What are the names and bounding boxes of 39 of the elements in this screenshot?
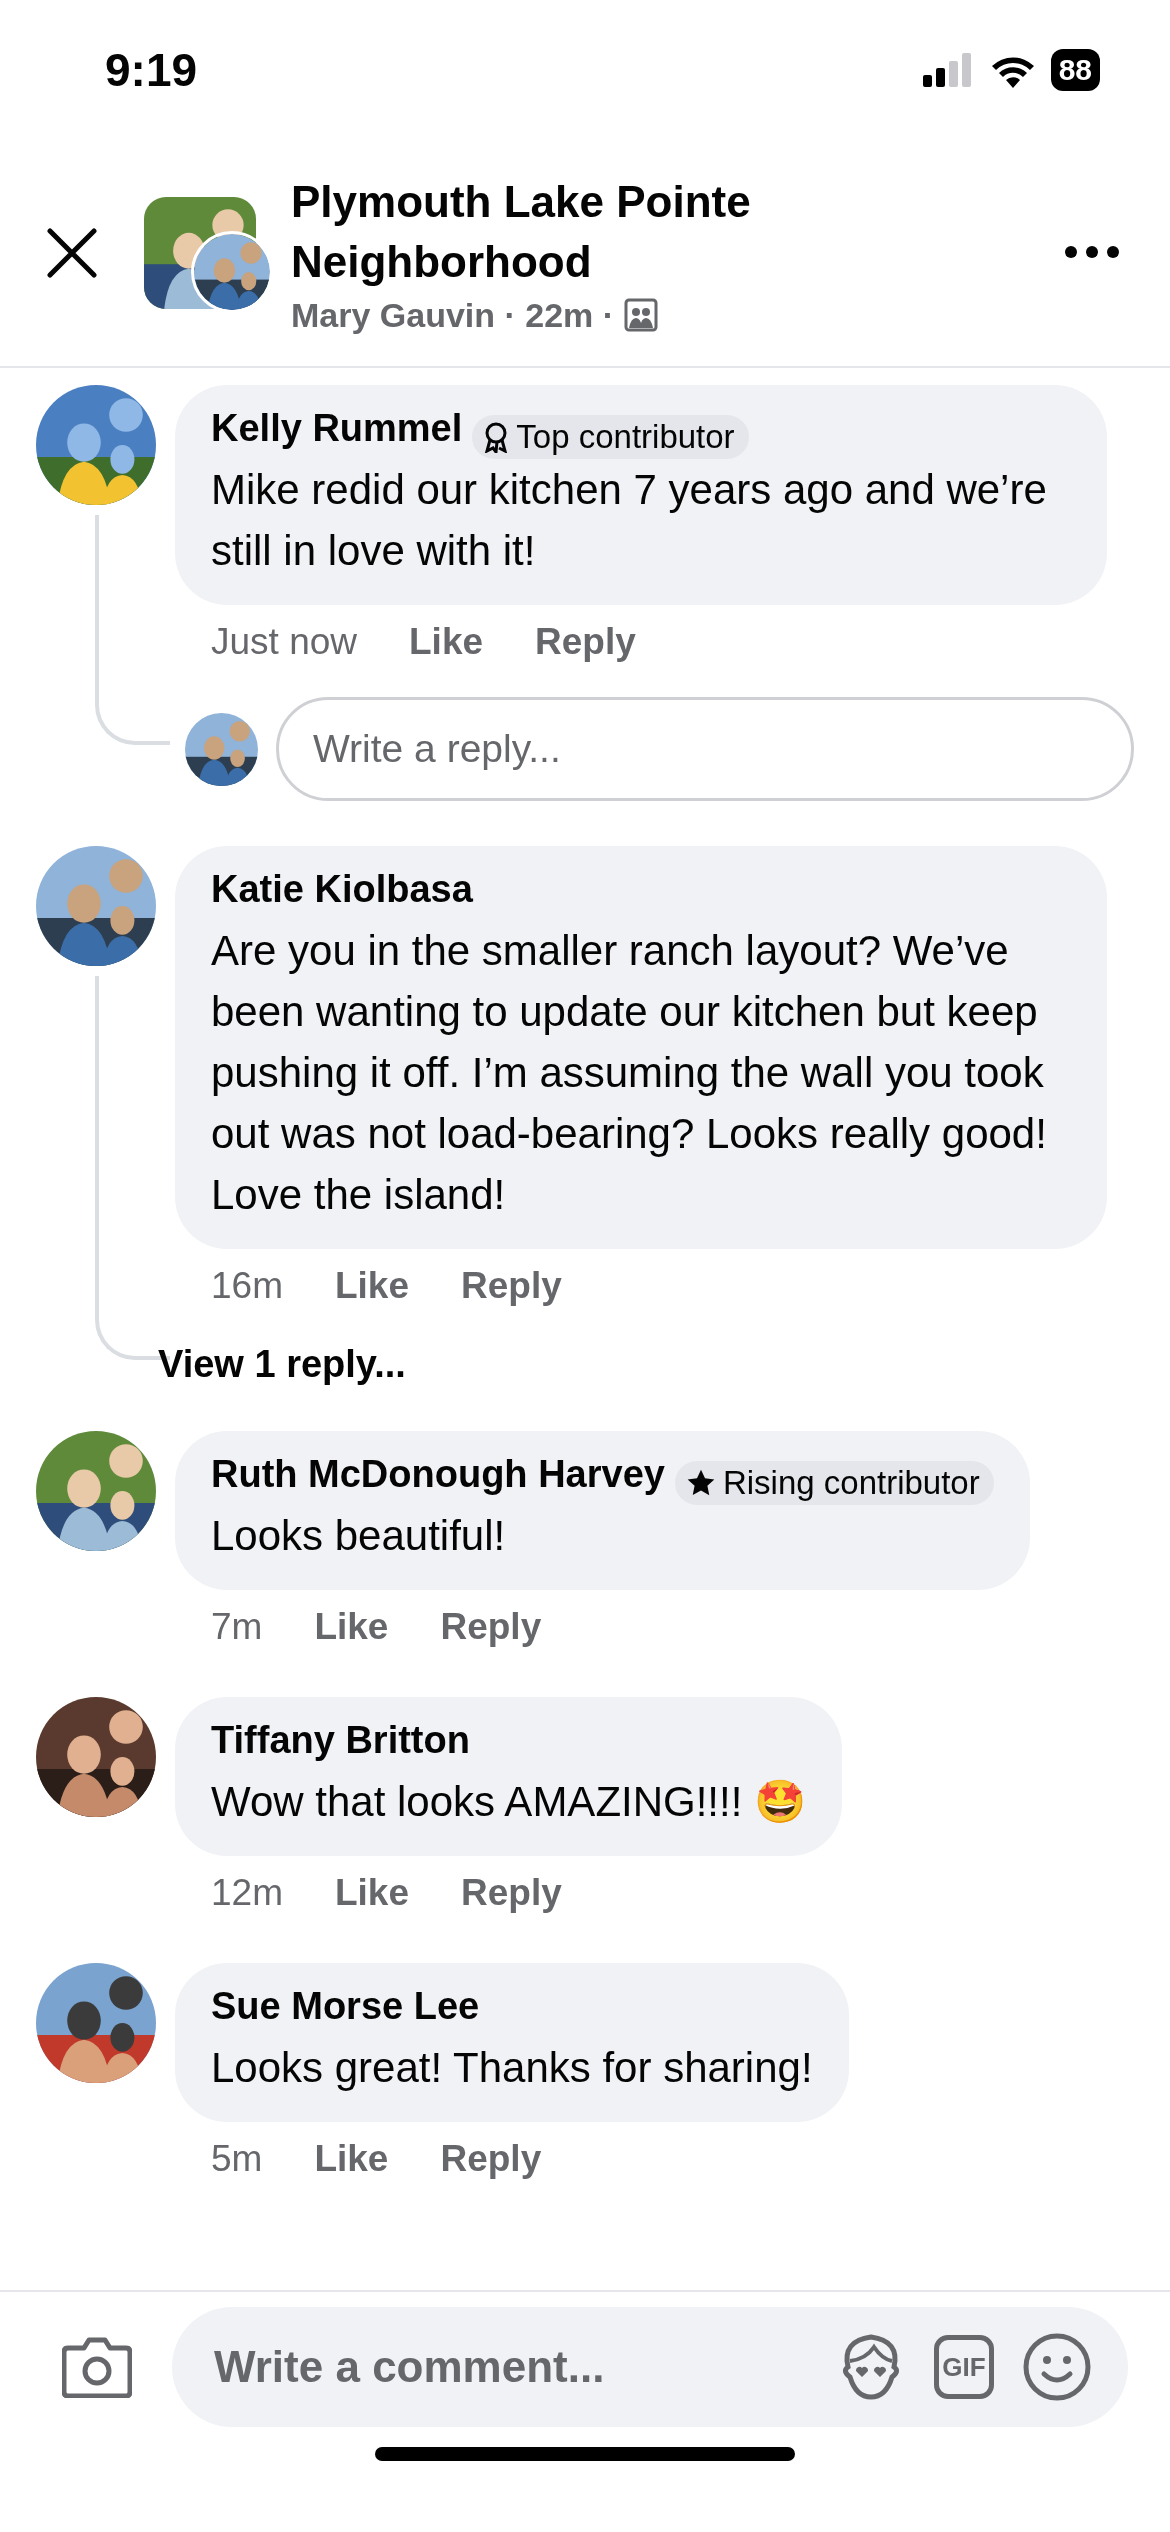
commenter-name[interactable]: Kelly Rummel bbox=[211, 407, 463, 449]
like-link[interactable]: Like bbox=[314, 2134, 389, 2184]
comment-text: Looks great! Thanks for sharing! bbox=[211, 2043, 813, 2093]
post-meta: Mary Gauvin · 22m · bbox=[291, 295, 615, 335]
reply-field[interactable]: Write a reply... bbox=[276, 697, 1134, 801]
view-replies-link[interactable]: View 1 reply... bbox=[158, 1343, 406, 1386]
reply-link[interactable]: Reply bbox=[440, 2134, 542, 2184]
gif-button[interactable]: GIF bbox=[934, 2335, 994, 2399]
camera-icon[interactable] bbox=[62, 2336, 132, 2398]
contributor-badge: Rising contributor bbox=[674, 1460, 994, 1505]
emoji-icon[interactable] bbox=[1022, 2332, 1092, 2402]
contributor-badge: Top contributor bbox=[472, 414, 749, 459]
comment-time: Just now bbox=[211, 620, 357, 664]
comment-field[interactable]: Write a comment... GIF bbox=[172, 2307, 1128, 2427]
comment-text: Looks beautiful! bbox=[211, 1511, 507, 1561]
commenter-name[interactable]: Tiffany Britton bbox=[211, 1719, 470, 1761]
more-icon[interactable] bbox=[1064, 244, 1120, 259]
battery-level: 88 bbox=[1050, 49, 1100, 91]
commenter-name[interactable]: Katie Kiolbasa bbox=[211, 868, 473, 910]
group-title[interactable]: Plymouth Lake Pointe Neighborhood bbox=[291, 171, 851, 292]
like-link[interactable]: Like bbox=[335, 1261, 410, 1311]
like-link[interactable]: Like bbox=[314, 1602, 389, 1652]
comment-time: 12m bbox=[211, 1871, 283, 1915]
comment-time: 7m bbox=[211, 1605, 263, 1649]
reply-link[interactable]: Reply bbox=[461, 1261, 562, 1311]
status-time: 9:19 bbox=[105, 43, 199, 97]
like-link[interactable]: Like bbox=[409, 617, 484, 667]
comment-time: 5m bbox=[211, 2137, 263, 2181]
reply-link[interactable]: Reply bbox=[535, 617, 636, 667]
commenter-name[interactable]: Sue Morse Lee bbox=[211, 1985, 480, 2027]
like-link[interactable]: Like bbox=[335, 1868, 410, 1918]
members-icon bbox=[624, 298, 659, 332]
comment-text: Are you in the smaller ranch layout? We’ve been wanting to update our kitchen but keep pushing it off. I’m assuming the wall you took out was not load-bearing? Looks really good! Love the island! bbox=[211, 926, 1048, 1220]
comment-text: Wow that looks AMAZING!!!! 🤩 bbox=[211, 1777, 807, 1827]
reply-link[interactable]: Reply bbox=[461, 1868, 562, 1918]
reply-link[interactable]: Reply bbox=[440, 1602, 542, 1652]
commenter-name[interactable]: Ruth McDonough Harvey bbox=[211, 1453, 665, 1495]
comment-time: 16m bbox=[211, 1264, 283, 1308]
comment-text: Mike redid our kitchen 7 years ago and we’re still in love with it! bbox=[211, 465, 1048, 576]
